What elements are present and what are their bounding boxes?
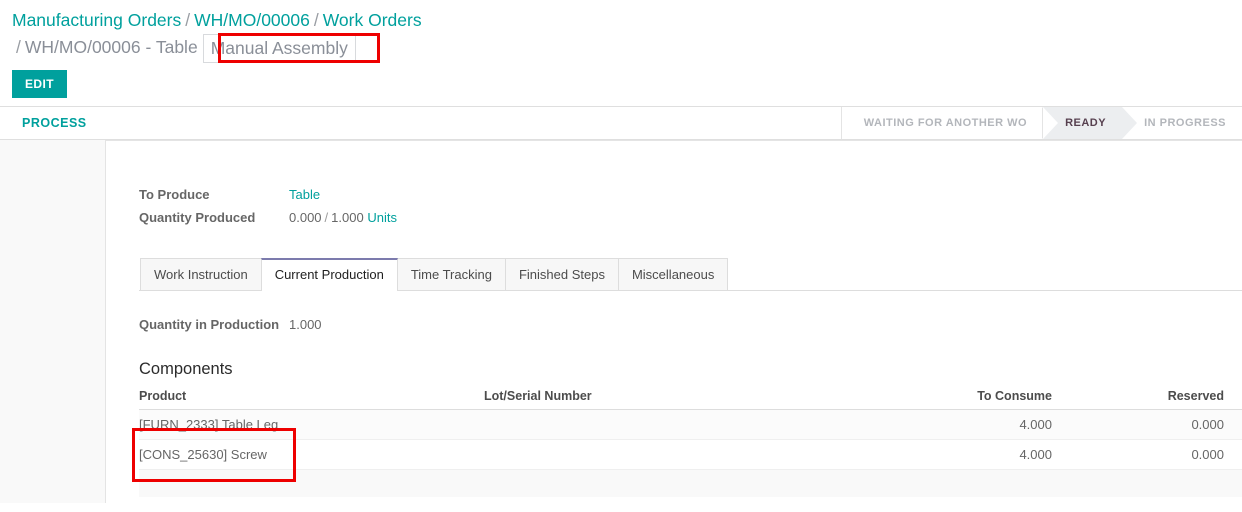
- table-row[interactable]: [FURN_2333] Table Leg 4.000 0.000: [139, 409, 1242, 440]
- components-table-head: Product Lot/Serial Number To Consume Res…: [139, 389, 1242, 410]
- notebook-tabs: Work Instruction Current Production Time…: [139, 258, 1242, 291]
- cell-empty: [484, 469, 844, 497]
- cell-reserved[interactable]: 0.000: [1074, 439, 1242, 470]
- column-header-to-consume[interactable]: To Consume: [844, 389, 1074, 410]
- control-panel: Manufacturing Orders / WH/MO/00006/Work Or…: [0, 0, 1242, 106]
- components-table: Product Lot/Serial Number To Consume Res…: [139, 389, 1242, 497]
- tab-miscellaneous[interactable]: Miscellaneous: [617, 258, 729, 290]
- cell-to-consume[interactable]: 4.000: [844, 439, 1074, 470]
- tab-work-instruction[interactable]: Work Instruction: [140, 258, 262, 290]
- breadcrumb: Manufacturing Orders / WH/MO/00006/Work Or…: [0, 7, 900, 63]
- quantity-done-value: 0.000: [289, 210, 322, 225]
- quantity-separator: /: [324, 210, 329, 225]
- cell-empty: [1074, 469, 1242, 497]
- tab-pane-current-production: Quantity in Production 1.000 Components …: [139, 291, 1242, 497]
- tab-finished-steps[interactable]: Finished Steps: [504, 258, 619, 290]
- status-in-progress[interactable]: IN PROGRESS: [1122, 107, 1242, 139]
- quantity-produced-value: 0.000/1.000 Units: [289, 210, 397, 225]
- column-header-reserved[interactable]: Reserved: [1074, 389, 1242, 410]
- form-sheet: To Produce Table Quantity Produced 0.000…: [105, 140, 1242, 503]
- tab-time-tracking[interactable]: Time Tracking: [396, 258, 506, 290]
- breadcrumb-item-work-orders[interactable]: Work Orders: [323, 10, 422, 30]
- cell-lot-serial[interactable]: [484, 439, 844, 470]
- table-header-row: Product Lot/Serial Number To Consume Res…: [139, 389, 1242, 410]
- form-group-main: To Produce Table Quantity Produced 0.000…: [139, 187, 1242, 225]
- to-produce-label: To Produce: [139, 187, 210, 202]
- statusbar: PROCESS WAITING FOR ANOTHER WO READY IN …: [0, 106, 1242, 140]
- work-order-name-field[interactable]: Manual Assembly: [202, 34, 356, 63]
- field-row-quantity-produced: Quantity Produced 0.000/1.000 Units: [139, 210, 1242, 225]
- cell-product[interactable]: [FURN_2333] Table Leg: [139, 409, 484, 440]
- page-body: To Produce Table Quantity Produced 0.000…: [0, 140, 1242, 503]
- breadcrumb-separator: /: [185, 10, 191, 30]
- components-table-body: [FURN_2333] Table Leg 4.000 0.000 [CONS_…: [139, 409, 1242, 497]
- field-row-to-produce: To Produce Table: [139, 187, 1242, 202]
- breadcrumb-item-wh-mo-00006[interactable]: WH/MO/00006: [194, 10, 310, 30]
- status-waiting-for-another-wo[interactable]: WAITING FOR ANOTHER WO: [842, 107, 1043, 139]
- table-empty-row: [139, 469, 1242, 497]
- to-produce-value: Table: [289, 187, 320, 202]
- notebook: Work Instruction Current Production Time…: [139, 258, 1242, 497]
- to-produce-product-link[interactable]: Table: [289, 187, 320, 202]
- table-row[interactable]: [CONS_25630] Screw 4.000 0.000: [139, 439, 1242, 470]
- breadcrumb-item-manufacturing-orders[interactable]: Manufacturing Orders: [12, 10, 181, 30]
- field-row-quantity-in-production: Quantity in Production 1.000: [139, 317, 1242, 332]
- column-header-lot-serial-number[interactable]: Lot/Serial Number: [484, 389, 844, 410]
- column-header-product[interactable]: Product: [139, 389, 484, 410]
- cell-lot-serial[interactable]: [484, 409, 844, 440]
- control-panel-buttons: EDIT: [0, 62, 1242, 106]
- statusbar-buttons: PROCESS: [0, 107, 87, 139]
- quantity-produced-label: Quantity Produced: [139, 210, 256, 225]
- quantity-uom-link[interactable]: Units: [367, 210, 397, 225]
- breadcrumb-separator: /: [313, 10, 319, 30]
- breadcrumb-item-current-record: WH/MO/00006 - Table: [24, 37, 198, 57]
- quantity-target-value: 1.000: [331, 210, 364, 225]
- edit-button[interactable]: EDIT: [12, 70, 67, 98]
- status-ready[interactable]: READY: [1043, 107, 1138, 139]
- quantity-in-production-value: 1.000: [289, 317, 322, 332]
- cell-product[interactable]: [CONS_25630] Screw: [139, 439, 484, 470]
- tab-current-production[interactable]: Current Production: [260, 258, 398, 291]
- process-button[interactable]: PROCESS: [22, 116, 87, 130]
- breadcrumb-separator: /: [16, 37, 21, 57]
- quantity-in-production-label: Quantity in Production: [139, 317, 280, 332]
- cell-empty: [139, 469, 484, 497]
- cell-reserved[interactable]: 0.000: [1074, 409, 1242, 440]
- components-title: Components: [139, 360, 233, 378]
- cell-to-consume[interactable]: 4.000: [844, 409, 1074, 440]
- cell-empty: [844, 469, 1074, 497]
- statusbar-states: WAITING FOR ANOTHER WO READY IN PROGRESS: [840, 107, 1242, 139]
